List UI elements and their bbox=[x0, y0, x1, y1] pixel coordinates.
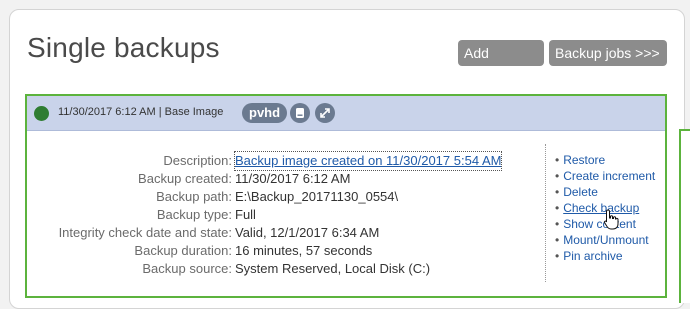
detail-value: Full bbox=[235, 207, 256, 222]
detail-label: Backup type: bbox=[156, 207, 232, 222]
actions-divider bbox=[545, 144, 547, 282]
detail-row-path: Backup path: E:\Backup_20171130_0554\ bbox=[27, 188, 547, 206]
detail-label: Backup created: bbox=[138, 171, 232, 186]
detail-label: Description: bbox=[163, 153, 232, 168]
detail-label: Backup duration: bbox=[134, 243, 232, 258]
mount-unmount-link[interactable]: • Mount/Unmount bbox=[555, 232, 649, 248]
backup-jobs-button[interactable]: Backup jobs >>> bbox=[549, 40, 667, 66]
hand-cursor-icon bbox=[603, 209, 619, 231]
detail-row-type: Backup type: Full bbox=[27, 206, 547, 224]
detail-value: Valid, 12/1/2017 6:34 AM bbox=[235, 225, 380, 240]
add-backup-button[interactable]: Add Backup bbox=[458, 40, 544, 87]
check-backup-link[interactable]: • Check backup bbox=[555, 200, 639, 216]
create-increment-link[interactable]: • Create increment bbox=[555, 168, 655, 184]
detail-value: 16 minutes, 57 seconds bbox=[235, 243, 373, 258]
detail-value: System Reserved, Local Disk (C:) bbox=[235, 261, 431, 276]
delete-link[interactable]: • Delete bbox=[555, 184, 598, 200]
detail-value: 11/30/2017 6:12 AM bbox=[235, 171, 351, 186]
detail-label: Backup path: bbox=[156, 189, 232, 204]
detail-row-duration: Backup duration: 16 minutes, 57 seconds bbox=[27, 242, 547, 260]
backup-card-header[interactable]: 11/30/2017 6:12 AM | Base Image pvhd bbox=[27, 96, 665, 131]
disk-icon[interactable] bbox=[290, 103, 310, 123]
detail-value: E:\Backup_20171130_0554\ bbox=[235, 189, 399, 204]
detail-row-created: Backup created: 11/30/2017 6:12 AM bbox=[27, 170, 547, 188]
page-title: Single backups bbox=[27, 32, 220, 63]
status-indicator bbox=[34, 106, 49, 121]
side-frame-edge bbox=[679, 129, 690, 303]
detail-row-source: Backup source: System Reserved, Local Di… bbox=[27, 260, 547, 278]
pin-archive-link[interactable]: • Pin archive bbox=[555, 248, 623, 264]
restore-link[interactable]: • Restore bbox=[555, 152, 605, 168]
show-content-link[interactable]: • Show content bbox=[555, 216, 636, 232]
detail-label: Backup source: bbox=[142, 261, 232, 276]
detail-row-integrity: Integrity check date and state: Valid, 1… bbox=[27, 224, 547, 242]
detail-row-description: Description: Backup image created on 11/… bbox=[27, 151, 547, 171]
expand-icon[interactable] bbox=[315, 103, 335, 123]
detail-label: Integrity check date and state: bbox=[58, 225, 232, 240]
description-link[interactable]: Backup image created on 11/30/2017 5:54 … bbox=[233, 151, 503, 171]
format-badge: pvhd bbox=[242, 103, 288, 123]
backup-card: 11/30/2017 6:12 AM | Base Image pvhd Des… bbox=[25, 94, 667, 298]
backup-summary: 11/30/2017 6:12 AM | Base Image bbox=[58, 106, 224, 118]
